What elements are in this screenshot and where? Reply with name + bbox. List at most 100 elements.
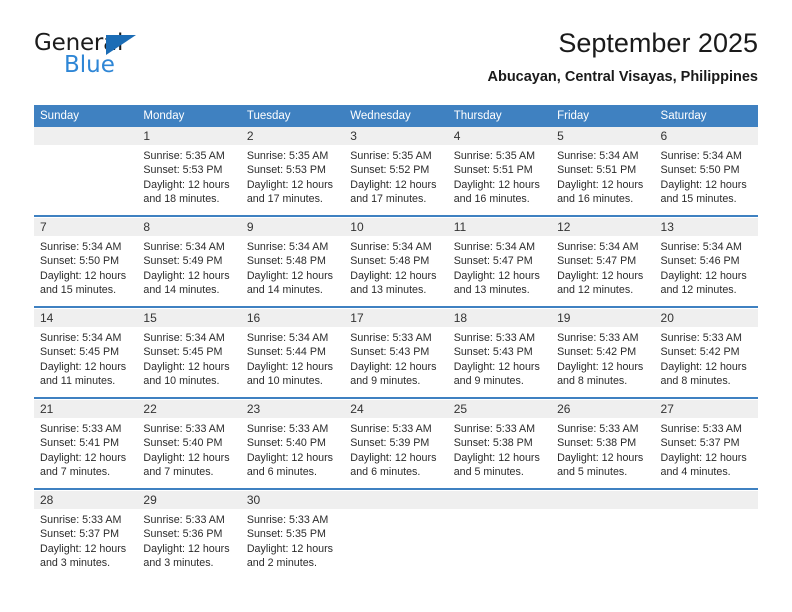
day-cell[interactable]: Sunrise: 5:33 AM Sunset: 5:37 PM Dayligh… bbox=[34, 509, 138, 579]
day-number: 3 bbox=[344, 127, 448, 145]
day-cell[interactable]: Sunrise: 5:34 AM Sunset: 5:46 PM Dayligh… bbox=[654, 236, 758, 306]
day-cell[interactable]: Sunrise: 5:34 AM Sunset: 5:48 PM Dayligh… bbox=[344, 236, 448, 306]
sunset-text: Sunset: 5:50 PM bbox=[660, 164, 740, 177]
day-number bbox=[344, 490, 448, 509]
daylight-text-line2: and 13 minutes. bbox=[350, 284, 427, 297]
day-cell[interactable]: Sunrise: 5:34 AM Sunset: 5:47 PM Dayligh… bbox=[551, 236, 655, 306]
sunrise-text: Sunrise: 5:33 AM bbox=[557, 423, 639, 435]
week-4-daynum-row: 21 22 23 24 25 26 27 bbox=[34, 399, 758, 418]
day-cell[interactable]: Sunrise: 5:33 AM Sunset: 5:38 PM Dayligh… bbox=[447, 418, 552, 488]
daylight-text-line2: and 12 minutes. bbox=[660, 284, 737, 297]
daylight-text-line2: and 3 minutes. bbox=[143, 557, 214, 570]
day-cell[interactable]: Sunrise: 5:35 AM Sunset: 5:52 PM Dayligh… bbox=[344, 145, 448, 215]
sunrise-text: Sunrise: 5:33 AM bbox=[557, 332, 639, 344]
daylight-text-line2: and 11 minutes. bbox=[40, 375, 116, 388]
sunset-text: Sunset: 5:38 PM bbox=[557, 437, 637, 450]
day-cell[interactable]: Sunrise: 5:34 AM Sunset: 5:45 PM Dayligh… bbox=[34, 327, 138, 397]
day-number: 10 bbox=[344, 217, 448, 236]
day-cell[interactable]: Sunrise: 5:35 AM Sunset: 5:53 PM Dayligh… bbox=[137, 145, 241, 215]
week-1-daynum-row: 1 2 3 4 5 6 bbox=[34, 127, 758, 145]
sunset-text: Sunset: 5:45 PM bbox=[40, 346, 120, 359]
sunrise-text: Sunrise: 5:33 AM bbox=[246, 514, 329, 526]
sunset-text: Sunset: 5:52 PM bbox=[350, 164, 430, 177]
daylight-text-line1: Daylight: 12 hours bbox=[40, 451, 127, 464]
day-cell[interactable]: Sunrise: 5:34 AM Sunset: 5:50 PM Dayligh… bbox=[654, 145, 758, 215]
sunrise-text: Sunrise: 5:33 AM bbox=[350, 332, 432, 344]
day-cell[interactable]: Sunrise: 5:33 AM Sunset: 5:42 PM Dayligh… bbox=[551, 327, 655, 397]
day-cell-empty bbox=[654, 509, 758, 579]
day-number: 21 bbox=[34, 399, 138, 418]
sunset-text: Sunset: 5:41 PM bbox=[40, 437, 120, 450]
sunset-text: Sunset: 5:43 PM bbox=[350, 346, 430, 359]
sunrise-text: Sunrise: 5:33 AM bbox=[453, 332, 536, 344]
day-cell[interactable]: Sunrise: 5:34 AM Sunset: 5:49 PM Dayligh… bbox=[137, 236, 241, 306]
day-cell[interactable]: Sunrise: 5:35 AM Sunset: 5:53 PM Dayligh… bbox=[240, 145, 345, 215]
daylight-text-line2: and 7 minutes. bbox=[143, 466, 214, 479]
sunrise-text: Sunrise: 5:35 AM bbox=[453, 150, 536, 162]
week-5-daynum-row: 28 29 30 bbox=[34, 490, 758, 509]
general-blue-logo[interactable]: General Blue bbox=[34, 32, 204, 88]
day-cell[interactable]: Sunrise: 5:33 AM Sunset: 5:37 PM Dayligh… bbox=[654, 418, 758, 488]
daylight-text-line1: Daylight: 12 hours bbox=[246, 451, 333, 464]
daylight-text-line2: and 18 minutes. bbox=[143, 193, 220, 206]
daylight-text-line2: and 5 minutes. bbox=[557, 466, 628, 479]
daylight-text-line1: Daylight: 12 hours bbox=[453, 451, 540, 464]
day-cell[interactable]: Sunrise: 5:33 AM Sunset: 5:41 PM Dayligh… bbox=[34, 418, 138, 488]
day-cell[interactable]: Sunrise: 5:33 AM Sunset: 5:43 PM Dayligh… bbox=[447, 327, 552, 397]
day-number: 27 bbox=[654, 399, 758, 418]
day-cell[interactable]: Sunrise: 5:33 AM Sunset: 5:42 PM Dayligh… bbox=[654, 327, 758, 397]
daylight-text-line2: and 3 minutes. bbox=[40, 557, 111, 570]
sunrise-text: Sunrise: 5:33 AM bbox=[143, 514, 225, 526]
sunrise-text: Sunrise: 5:33 AM bbox=[660, 332, 742, 344]
sunrise-text: Sunrise: 5:34 AM bbox=[660, 150, 742, 162]
sunrise-text: Sunrise: 5:34 AM bbox=[453, 241, 536, 253]
daylight-text-line2: and 15 minutes. bbox=[40, 284, 117, 297]
day-cell[interactable]: Sunrise: 5:33 AM Sunset: 5:40 PM Dayligh… bbox=[240, 418, 345, 488]
day-cell[interactable]: Sunrise: 5:33 AM Sunset: 5:40 PM Dayligh… bbox=[137, 418, 241, 488]
daylight-text-line1: Daylight: 12 hours bbox=[350, 360, 437, 373]
logo-word-general: General bbox=[34, 32, 204, 58]
daylight-text-line1: Daylight: 12 hours bbox=[246, 269, 333, 282]
daylight-text-line1: Daylight: 12 hours bbox=[143, 360, 230, 373]
page-title: September 2025 bbox=[558, 28, 758, 58]
day-cell[interactable]: Sunrise: 5:34 AM Sunset: 5:45 PM Dayligh… bbox=[137, 327, 241, 397]
day-number: 12 bbox=[551, 217, 655, 236]
day-cell[interactable]: Sunrise: 5:34 AM Sunset: 5:47 PM Dayligh… bbox=[447, 236, 552, 306]
day-cell[interactable]: Sunrise: 5:33 AM Sunset: 5:35 PM Dayligh… bbox=[240, 509, 345, 579]
day-cell[interactable]: Sunrise: 5:35 AM Sunset: 5:51 PM Dayligh… bbox=[447, 145, 552, 215]
daylight-text-line1: Daylight: 12 hours bbox=[557, 269, 644, 282]
daylight-text-line1: Daylight: 12 hours bbox=[143, 269, 230, 282]
day-number bbox=[551, 490, 655, 509]
day-cell[interactable]: Sunrise: 5:34 AM Sunset: 5:48 PM Dayligh… bbox=[240, 236, 345, 306]
daylight-text-line2: and 10 minutes. bbox=[246, 375, 323, 388]
day-number: 17 bbox=[344, 308, 448, 327]
sunset-text: Sunset: 5:48 PM bbox=[350, 255, 430, 268]
day-number: 6 bbox=[654, 127, 758, 145]
day-cell[interactable]: Sunrise: 5:34 AM Sunset: 5:44 PM Dayligh… bbox=[240, 327, 345, 397]
sunrise-text: Sunrise: 5:33 AM bbox=[40, 514, 122, 526]
day-number: 23 bbox=[240, 399, 345, 418]
day-cell[interactable]: Sunrise: 5:34 AM Sunset: 5:51 PM Dayligh… bbox=[551, 145, 655, 215]
sunrise-text: Sunrise: 5:34 AM bbox=[40, 241, 122, 253]
sunset-text: Sunset: 5:53 PM bbox=[143, 164, 223, 177]
day-cell[interactable]: Sunrise: 5:33 AM Sunset: 5:43 PM Dayligh… bbox=[344, 327, 448, 397]
daylight-text-line1: Daylight: 12 hours bbox=[350, 451, 437, 464]
daylight-text-line1: Daylight: 12 hours bbox=[246, 542, 333, 555]
daylight-text-line1: Daylight: 12 hours bbox=[350, 178, 437, 191]
day-cell[interactable]: Sunrise: 5:33 AM Sunset: 5:39 PM Dayligh… bbox=[344, 418, 448, 488]
week-1-info-row: Sunrise: 5:35 AM Sunset: 5:53 PM Dayligh… bbox=[34, 145, 758, 215]
day-number: 29 bbox=[137, 490, 241, 509]
daylight-text-line1: Daylight: 12 hours bbox=[143, 451, 230, 464]
sunrise-text: Sunrise: 5:34 AM bbox=[557, 241, 639, 253]
day-number: 28 bbox=[34, 490, 138, 509]
week-4-info-row: Sunrise: 5:33 AM Sunset: 5:41 PM Dayligh… bbox=[34, 418, 758, 488]
day-cell[interactable]: Sunrise: 5:33 AM Sunset: 5:36 PM Dayligh… bbox=[137, 509, 241, 579]
day-number bbox=[34, 127, 138, 145]
sunrise-text: Sunrise: 5:34 AM bbox=[246, 332, 329, 344]
weekday-header-saturday: Saturday bbox=[654, 105, 758, 127]
sunrise-text: Sunrise: 5:33 AM bbox=[453, 423, 536, 435]
calendar-page: General Blue September 2025 Abucayan, Ce… bbox=[0, 0, 792, 612]
day-cell[interactable]: Sunrise: 5:33 AM Sunset: 5:38 PM Dayligh… bbox=[551, 418, 655, 488]
daylight-text-line2: and 8 minutes. bbox=[557, 375, 628, 388]
day-cell[interactable]: Sunrise: 5:34 AM Sunset: 5:50 PM Dayligh… bbox=[34, 236, 138, 306]
